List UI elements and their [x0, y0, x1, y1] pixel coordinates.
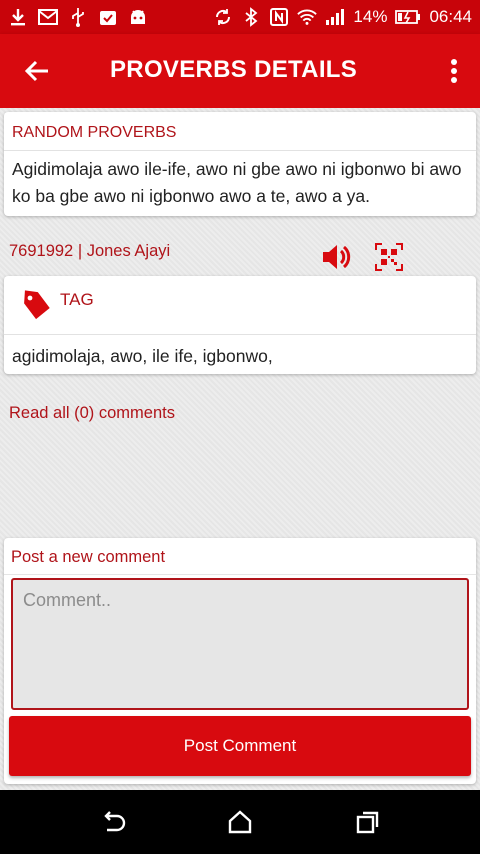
usb-icon [68, 7, 88, 27]
arrow-back-icon [24, 60, 48, 82]
more-vert-icon [451, 59, 457, 83]
tag-title: TAG [60, 290, 94, 309]
android-icon [128, 7, 148, 27]
battery-percent: 14% [353, 7, 388, 26]
signal-icon [325, 7, 345, 27]
speaker-icon [323, 245, 351, 269]
comment-input[interactable] [11, 578, 469, 710]
battery-icon [395, 7, 421, 27]
system-nav-bar [0, 790, 480, 854]
nav-recents-button[interactable] [348, 804, 388, 840]
status-bar: 14% 06:44 [0, 0, 480, 34]
status-bar-system: 14% 06:44 [213, 7, 472, 27]
proverb-text: Agidimolaja awo ile-ife, awo ni gbe awo … [12, 159, 462, 206]
qr-code-icon [375, 243, 403, 271]
overflow-menu-button[interactable] [444, 54, 464, 88]
nav-back-button[interactable] [94, 804, 134, 840]
home-icon [228, 810, 252, 834]
proverb-card-header: RANDOM PROVERBS [12, 124, 177, 141]
comment-card: Post a new comment Post Comment [4, 538, 476, 784]
bluetooth-icon [241, 7, 261, 27]
clock: 06:44 [429, 7, 472, 26]
page-title: PROVERBS DETAILS [110, 56, 358, 83]
tag-list: agidimolaja, awo, ile ife, igbonwo, [12, 346, 273, 366]
rotate-icon [213, 7, 233, 27]
proverb-id-author: 7691992 | Jones Ajayi [9, 242, 171, 260]
content-area: RANDOM PROVERBS Agidimolaja awo ile-ife,… [0, 108, 480, 790]
nfc-icon [269, 7, 289, 27]
comment-divider [4, 574, 476, 575]
back-button[interactable] [20, 56, 54, 86]
proverb-card: RANDOM PROVERBS Agidimolaja awo ile-ife,… [4, 112, 476, 216]
play-audio-button[interactable] [320, 240, 354, 274]
post-comment-button[interactable]: Post Comment [9, 716, 471, 776]
read-all-comments-link[interactable]: Read all (0) comments [9, 404, 175, 423]
tag-divider [4, 334, 476, 335]
post-comment-header: Post a new comment [11, 548, 166, 566]
download-icon [8, 7, 28, 27]
status-bar-notifications [8, 7, 148, 27]
app-bar: PROVERBS DETAILS [0, 34, 480, 108]
tag-icon [20, 288, 52, 327]
wifi-icon [297, 7, 318, 27]
nav-home-button[interactable] [220, 804, 260, 840]
recents-icon [356, 811, 379, 834]
nav-back-icon [104, 811, 126, 832]
tag-card: TAG agidimolaja, awo, ile ife, igbonwo, [4, 276, 476, 374]
clipboard-check-icon [98, 7, 118, 27]
qr-code-button[interactable] [374, 242, 404, 272]
gmail-icon [38, 7, 58, 27]
